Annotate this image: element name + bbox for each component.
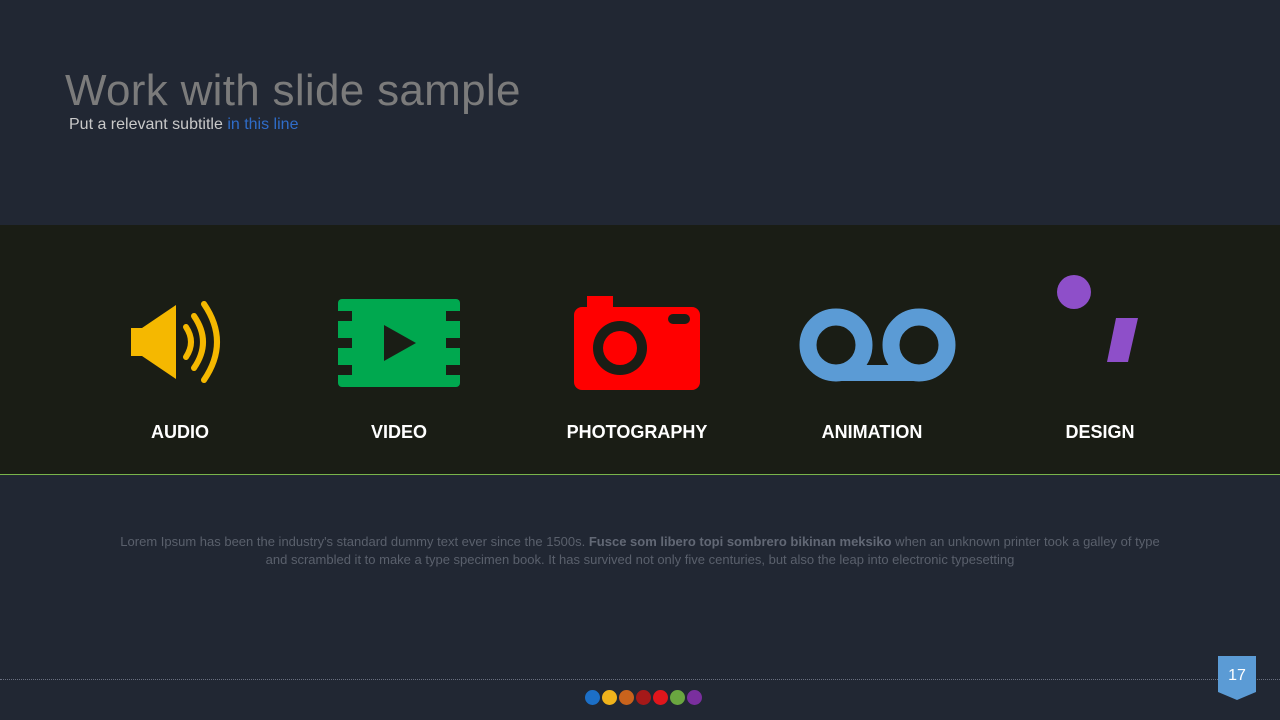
voicemail-icon <box>799 308 956 382</box>
page-number: 17 <box>1228 667 1246 684</box>
service-label: AUDIO <box>151 422 209 442</box>
service-video: VIDEO <box>289 225 509 474</box>
info-icon <box>1057 275 1138 362</box>
slide-subtitle: Put a relevant subtitle in this line <box>69 116 298 134</box>
service-audio: AUDIO <box>70 225 290 474</box>
service-photography: PHOTOGRAPHY <box>527 225 747 474</box>
film-play-icon <box>338 299 460 387</box>
body-paragraph: Lorem Ipsum has been the industry's stan… <box>110 533 1170 569</box>
service-label: ANIMATION <box>821 422 923 442</box>
body-text-start: Lorem Ipsum has been the industry's stan… <box>120 534 589 549</box>
service-animation: ANIMATION <box>762 225 982 474</box>
subtitle-accent-text: in this line <box>227 116 299 133</box>
color-dots <box>585 690 702 706</box>
footer-divider <box>0 679 1280 680</box>
color-dot <box>670 690 685 705</box>
color-dot <box>687 690 702 705</box>
service-label: DESIGN <box>1065 422 1135 442</box>
camera-icon <box>574 296 700 390</box>
page-number-badge: 17 <box>1218 656 1256 700</box>
body-text-bold: Fusce som libero topi sombrero bikinan m… <box>588 534 892 549</box>
color-dot <box>585 690 600 705</box>
service-label: VIDEO <box>370 422 427 442</box>
services-band: AUDIO VIDEO PHOTOGRAPHY ANIMATION DESIGN <box>0 225 1280 475</box>
service-label: PHOTOGRAPHY <box>566 422 708 442</box>
subtitle-text: Put a relevant subtitle <box>69 116 228 133</box>
color-dot <box>653 690 668 705</box>
color-dot <box>619 690 634 705</box>
speaker-icon <box>131 301 220 383</box>
slide-title: Work with slide sample <box>65 66 521 115</box>
service-design: DESIGN <box>990 225 1210 474</box>
color-dot <box>602 690 617 705</box>
color-dot <box>636 690 651 705</box>
